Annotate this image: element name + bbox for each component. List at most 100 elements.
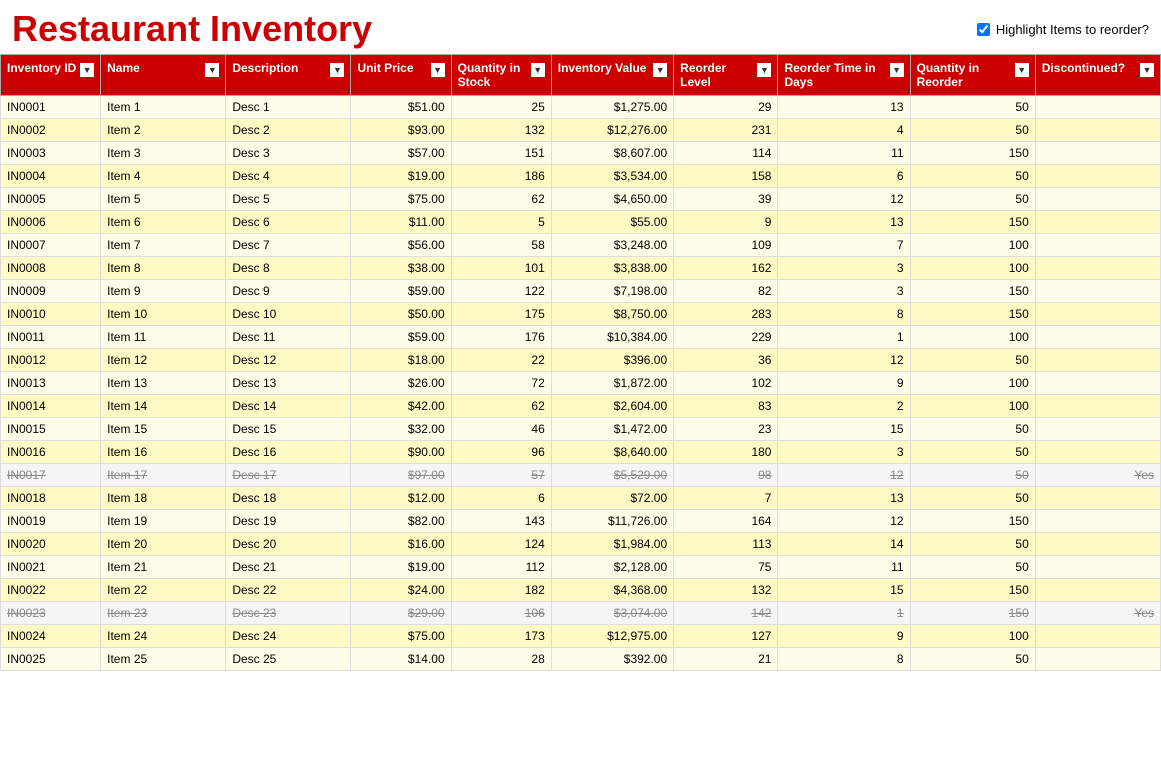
table-cell: 6 [451, 487, 551, 510]
table-row[interactable]: IN0005Item 5Desc 5$75.0062$4,650.0039125… [1, 188, 1161, 211]
col-dropdown-inv-value[interactable]: ▼ [653, 63, 667, 77]
table-cell: $3,534.00 [551, 165, 673, 188]
table-cell [1035, 510, 1160, 533]
table-cell: $14.00 [351, 648, 451, 671]
col-header-qty-reorder: Quantity in Reorder ▼ [910, 55, 1035, 96]
col-dropdown-name[interactable]: ▼ [205, 63, 219, 77]
table-cell: $16.00 [351, 533, 451, 556]
table-cell: $1,984.00 [551, 533, 673, 556]
table-cell: Desc 20 [226, 533, 351, 556]
col-dropdown-reorder-time[interactable]: ▼ [890, 63, 904, 77]
table-row[interactable]: IN0001Item 1Desc 1$51.0025$1,275.0029135… [1, 96, 1161, 119]
table-cell: 150 [910, 211, 1035, 234]
table-row[interactable]: IN0013Item 13Desc 13$26.0072$1,872.00102… [1, 372, 1161, 395]
table-row[interactable]: IN0009Item 9Desc 9$59.00122$7,198.008231… [1, 280, 1161, 303]
table-cell: 14 [778, 533, 910, 556]
col-dropdown-discontinued[interactable]: ▼ [1140, 63, 1154, 77]
table-cell: $10,384.00 [551, 326, 673, 349]
table-cell: IN0008 [1, 257, 101, 280]
table-cell: Item 24 [101, 625, 226, 648]
table-row[interactable]: IN0024Item 24Desc 24$75.00173$12,975.001… [1, 625, 1161, 648]
table-cell [1035, 372, 1160, 395]
table-cell: 7 [778, 234, 910, 257]
table-row[interactable]: IN0016Item 16Desc 16$90.0096$8,640.00180… [1, 441, 1161, 464]
table-row[interactable]: IN0002Item 2Desc 2$93.00132$12,276.00231… [1, 119, 1161, 142]
table-cell: Desc 8 [226, 257, 351, 280]
col-dropdown-desc[interactable]: ▼ [330, 63, 344, 77]
col-header-qty-stock: Quantity in Stock ▼ [451, 55, 551, 96]
table-row[interactable]: IN0022Item 22Desc 22$24.00182$4,368.0013… [1, 579, 1161, 602]
table-cell: 12 [778, 510, 910, 533]
table-cell: Desc 6 [226, 211, 351, 234]
table-cell [1035, 96, 1160, 119]
table-cell: IN0005 [1, 188, 101, 211]
table-row[interactable]: IN0021Item 21Desc 21$19.00112$2,128.0075… [1, 556, 1161, 579]
col-dropdown-reorder-level[interactable]: ▼ [757, 63, 771, 77]
col-dropdown-id[interactable]: ▼ [80, 63, 94, 77]
table-row[interactable]: IN0006Item 6Desc 6$11.005$55.00913150 [1, 211, 1161, 234]
table-cell: 150 [910, 510, 1035, 533]
col-dropdown-qty-reorder[interactable]: ▼ [1015, 63, 1029, 77]
table-cell: 50 [910, 165, 1035, 188]
table-cell: Item 14 [101, 395, 226, 418]
table-cell: $1,872.00 [551, 372, 673, 395]
table-cell: 58 [451, 234, 551, 257]
highlight-checkbox-area[interactable]: Highlight Items to reorder? [977, 22, 1149, 37]
table-cell: $8,750.00 [551, 303, 673, 326]
table-cell [1035, 257, 1160, 280]
table-cell: 11 [778, 556, 910, 579]
table-row[interactable]: IN0008Item 8Desc 8$38.00101$3,838.001623… [1, 257, 1161, 280]
col-dropdown-qty-stock[interactable]: ▼ [531, 63, 545, 77]
highlight-label[interactable]: Highlight Items to reorder? [996, 22, 1149, 37]
table-cell: 3 [778, 441, 910, 464]
table-row[interactable]: IN0023Item 23Desc 23$29.00106$3,074.0014… [1, 602, 1161, 625]
table-cell: Item 1 [101, 96, 226, 119]
table-cell: 100 [910, 257, 1035, 280]
table-row[interactable]: IN0007Item 7Desc 7$56.0058$3,248.0010971… [1, 234, 1161, 257]
table-cell: 3 [778, 280, 910, 303]
table-cell: 82 [674, 280, 778, 303]
table-row[interactable]: IN0019Item 19Desc 19$82.00143$11,726.001… [1, 510, 1161, 533]
table-cell: Item 19 [101, 510, 226, 533]
table-cell: Item 10 [101, 303, 226, 326]
table-cell: $72.00 [551, 487, 673, 510]
table-cell: 23 [674, 418, 778, 441]
table-cell: IN0016 [1, 441, 101, 464]
table-cell: 13 [778, 487, 910, 510]
table-cell: Item 7 [101, 234, 226, 257]
highlight-checkbox[interactable] [977, 23, 990, 36]
table-row[interactable]: IN0017Item 17Desc 17$97.0057$5,529.00981… [1, 464, 1161, 487]
table-row[interactable]: IN0015Item 15Desc 15$32.0046$1,472.00231… [1, 418, 1161, 441]
table-cell: 100 [910, 625, 1035, 648]
col-header-reorder-level: Reorder Level ▼ [674, 55, 778, 96]
table-cell: $12.00 [351, 487, 451, 510]
table-row[interactable]: IN0011Item 11Desc 11$59.00176$10,384.002… [1, 326, 1161, 349]
table-cell: 15 [778, 418, 910, 441]
table-cell: Desc 22 [226, 579, 351, 602]
table-cell: Item 8 [101, 257, 226, 280]
table-cell: 50 [910, 533, 1035, 556]
table-row[interactable]: IN0014Item 14Desc 14$42.0062$2,604.00832… [1, 395, 1161, 418]
table-cell: 50 [910, 487, 1035, 510]
table-cell: $38.00 [351, 257, 451, 280]
table-cell: IN0021 [1, 556, 101, 579]
table-cell: 62 [451, 188, 551, 211]
table-cell: 12 [778, 188, 910, 211]
table-cell [1035, 441, 1160, 464]
page-header: Restaurant Inventory Highlight Items to … [0, 0, 1161, 54]
table-cell [1035, 188, 1160, 211]
col-dropdown-unit-price[interactable]: ▼ [431, 63, 445, 77]
table-cell: 150 [910, 142, 1035, 165]
table-cell: $93.00 [351, 119, 451, 142]
table-row[interactable]: IN0025Item 25Desc 25$14.0028$392.0021850 [1, 648, 1161, 671]
col-header-desc: Description ▼ [226, 55, 351, 96]
table-row[interactable]: IN0020Item 20Desc 20$16.00124$1,984.0011… [1, 533, 1161, 556]
table-row[interactable]: IN0003Item 3Desc 3$57.00151$8,607.001141… [1, 142, 1161, 165]
table-cell: $57.00 [351, 142, 451, 165]
table-row[interactable]: IN0018Item 18Desc 18$12.006$72.0071350 [1, 487, 1161, 510]
table-cell: 106 [451, 602, 551, 625]
table-cell: IN0015 [1, 418, 101, 441]
table-row[interactable]: IN0004Item 4Desc 4$19.00186$3,534.001586… [1, 165, 1161, 188]
table-row[interactable]: IN0010Item 10Desc 10$50.00175$8,750.0028… [1, 303, 1161, 326]
table-row[interactable]: IN0012Item 12Desc 12$18.0022$396.0036125… [1, 349, 1161, 372]
